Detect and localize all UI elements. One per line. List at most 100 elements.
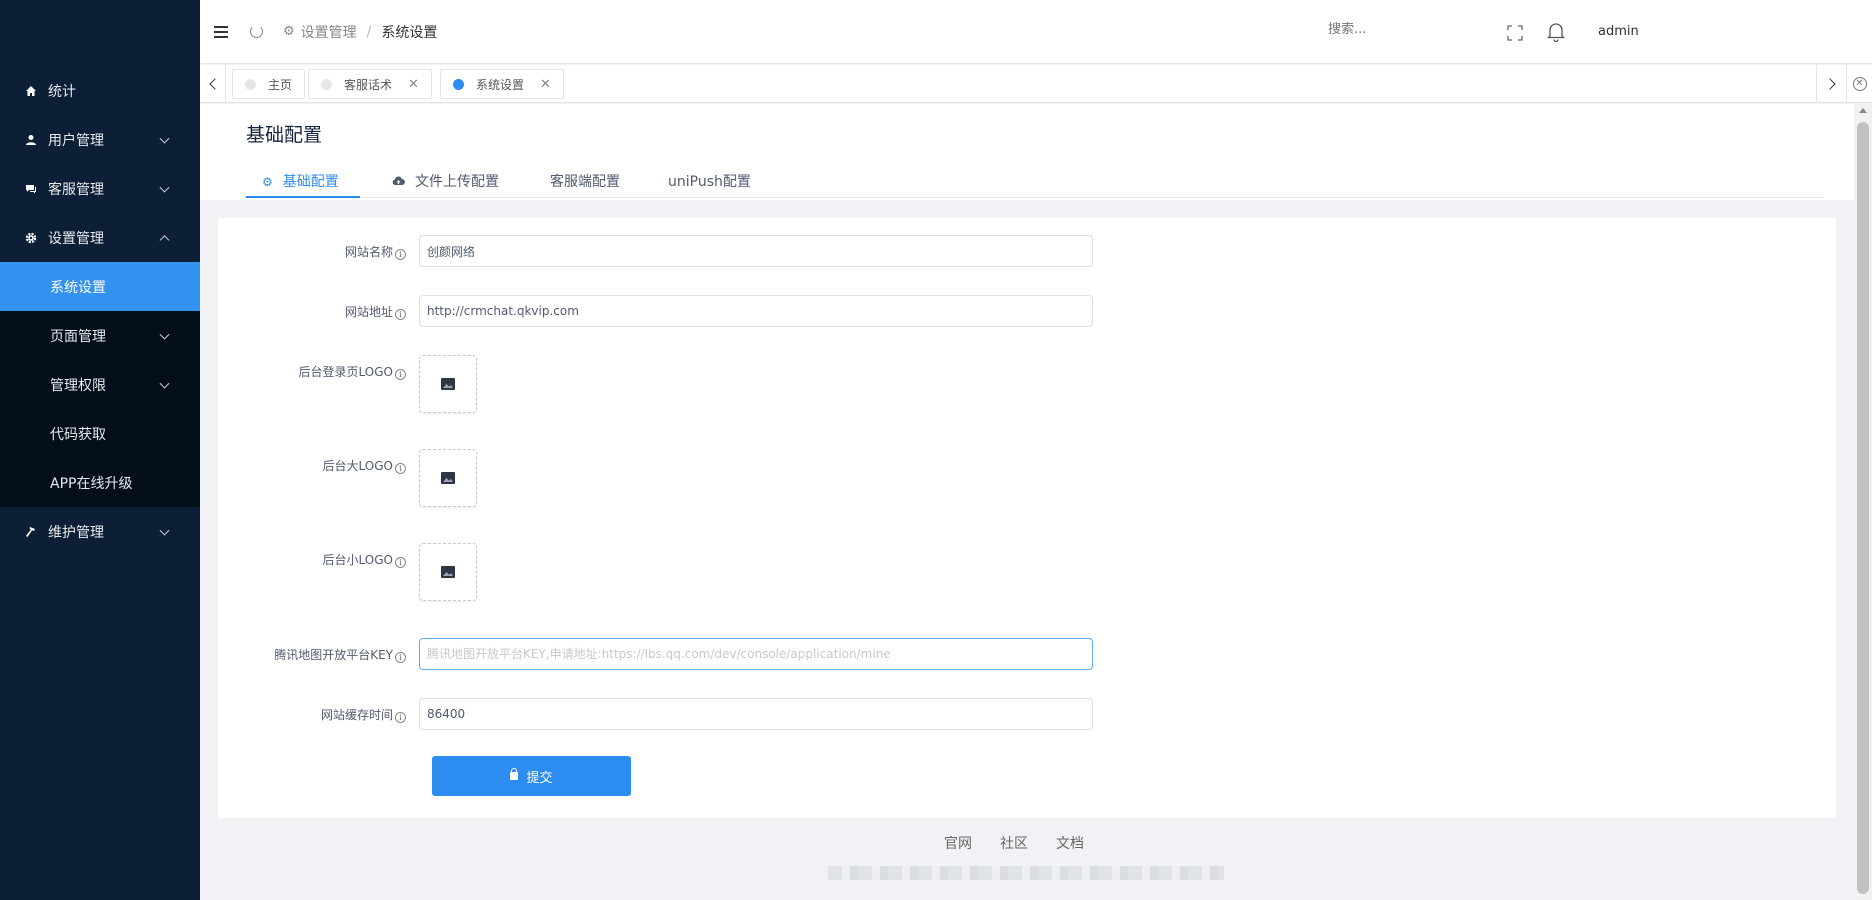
info-icon[interactable]: i [395,309,406,320]
cache-time-input[interactable] [419,698,1093,730]
tab-client-config[interactable]: 客服端配置 [550,166,620,198]
form-label: 网站缓存时间 i [321,706,406,723]
info-icon[interactable]: i [395,463,406,474]
form-label-text: 腾讯地图开放平台KEY [274,648,393,662]
bell-icon[interactable] [1546,22,1566,43]
fullscreen-icon[interactable] [1507,25,1523,41]
login-logo-uploader[interactable] [419,355,477,413]
site-url-input[interactable] [419,295,1093,327]
image-icon [441,378,455,390]
form-label: 后台登录页LOGO i [299,363,406,380]
sidebar-item-get-code[interactable]: 代码获取 [0,409,200,458]
sidebar-item-label: 设置管理 [48,230,104,247]
info-icon[interactable]: i [395,369,406,380]
image-icon [441,566,455,578]
sidebar-item-label: 维护管理 [48,524,104,541]
tab-unipush-config[interactable]: uniPush配置 [668,166,751,198]
sidebar-item-app-upgrade[interactable]: APP在线升级 [0,458,200,507]
sidebar-item-settings[interactable]: 设置管理 [0,213,200,262]
scrollbar-thumb[interactable] [1857,122,1869,894]
info-icon[interactable]: i [395,652,406,663]
info-icon[interactable]: i [395,249,406,260]
footer-link-official[interactable]: 官网 [944,833,972,853]
close-icon[interactable]: ✕ [540,77,551,92]
page-header: 基础配置 ⚙ 基础配置 文件上传配置 客服端配置 uniPush配置 [200,104,1854,200]
tab-status-dot [321,78,332,90]
search-input[interactable] [1328,22,1448,37]
chevron-down-icon [159,133,170,144]
copyright-blurred [828,866,1224,880]
form-label-text: 网站名称 [344,245,393,259]
form-label: 腾讯地图开放平台KEY i [274,646,406,663]
home-icon [24,84,38,98]
close-icon[interactable]: ✕ [408,77,419,92]
info-icon[interactable]: i [395,712,406,723]
small-logo-uploader[interactable] [419,543,477,601]
breadcrumb-item[interactable]: 设置管理 [301,22,357,42]
sidebar-item-label: 系统设置 [50,279,106,296]
footer-links: 官网 社区 文档 [944,833,1084,853]
settings-form: 网站名称i 网站地址i 后台登录页LOGOi 后台大LOGOi 后台小LOGOi… [218,218,1836,818]
tabs-scroll-left[interactable] [200,65,226,103]
footer-link-docs[interactable]: 文档 [1056,833,1084,853]
submit-button[interactable]: 提交 [432,756,631,796]
tabs-bar: 主页 客服话术 ✕ 系统设置 ✕ ✕ [200,65,1872,103]
form-label-text: 后台小LOGO [322,553,393,567]
tab-system-settings[interactable]: 系统设置 ✕ [440,69,564,99]
form-label-text: 网站缓存时间 [320,708,393,722]
image-icon [441,472,455,484]
form-label: 后台大LOGO i [323,457,406,474]
config-tabs: ⚙ 基础配置 文件上传配置 客服端配置 uniPush配置 [246,166,1824,198]
tab-label: uniPush配置 [668,174,751,190]
vertical-scrollbar[interactable] [1854,104,1872,900]
refresh-icon[interactable] [250,25,263,38]
tab-label: 文件上传配置 [415,174,499,190]
user-icon [24,133,38,147]
tab-basic-config[interactable]: ⚙ 基础配置 [246,166,360,198]
chevron-up-icon [159,234,170,245]
chevron-down-icon [159,329,170,340]
chevron-down-icon [159,525,170,536]
user-menu[interactable]: admin [1598,24,1639,39]
footer-link-community[interactable]: 社区 [1000,833,1028,853]
sidebar-item-label: 页面管理 [50,328,106,345]
tab-service-scripts[interactable]: 客服话术 ✕ [308,69,432,99]
sidebar-logo-area [0,0,200,66]
big-logo-uploader[interactable] [419,449,477,507]
gear-icon: ⚙ [283,24,295,39]
menu-toggle-icon[interactable] [214,23,228,41]
breadcrumb: ⚙ 设置管理 / 系统设置 [283,22,437,42]
tab-label: 客服话术 [344,77,393,92]
hammer-icon [24,525,38,539]
tab-label: 客服端配置 [550,174,620,190]
sidebar-item-label: 统计 [48,83,76,100]
sidebar-item-label: 用户管理 [48,132,104,149]
lock-icon [510,768,519,780]
sidebar-item-maintenance[interactable]: 维护管理 [0,507,200,556]
sidebar-item-users[interactable]: 用户管理 [0,115,200,164]
sidebar-item-service[interactable]: 客服管理 [0,164,200,213]
tab-status-dot [453,78,464,90]
chevron-down-icon [159,378,170,389]
sidebar-item-label: 代码获取 [50,426,106,443]
tab-home[interactable]: 主页 [232,69,306,99]
form-label: 网站地址 i [345,303,406,320]
tab-upload-config[interactable]: 文件上传配置 [392,166,499,198]
page-title: 基础配置 [246,124,323,146]
form-label-text: 后台大LOGO [322,459,393,473]
cloud-upload-icon [392,169,405,195]
scroll-up-icon[interactable] [1859,108,1867,113]
form-label-text: 网站地址 [344,305,393,319]
tabs-scroll-right[interactable] [1816,65,1846,103]
sidebar-item-system-settings[interactable]: 系统设置 [0,262,200,311]
breadcrumb-item: 系统设置 [381,24,438,41]
map-key-input[interactable] [419,638,1093,670]
info-icon[interactable]: i [395,557,406,568]
close-all-tabs[interactable]: ✕ [1846,65,1872,103]
sidebar-item-stats[interactable]: 统计 [0,66,200,115]
form-label-text: 后台登录页LOGO [298,365,393,379]
site-name-input[interactable] [419,235,1093,267]
sidebar-item-page-management[interactable]: 页面管理 [0,311,200,360]
sidebar-item-permissions[interactable]: 管理权限 [0,360,200,409]
gear-icon [24,231,38,245]
